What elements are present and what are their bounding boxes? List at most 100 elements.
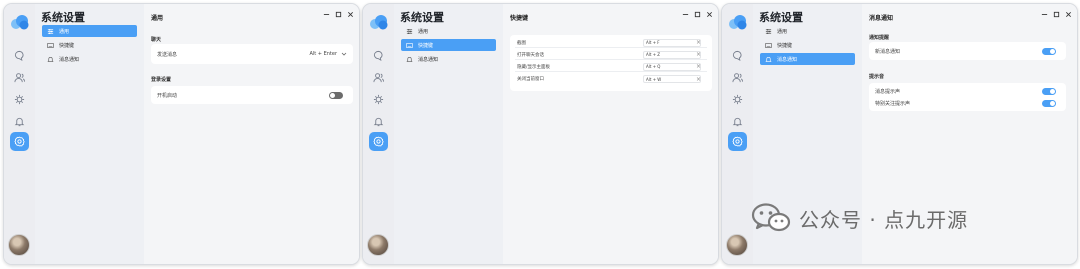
clear-icon[interactable]: × (696, 51, 701, 58)
shortcut-row: 截图 Alt + F × (515, 38, 707, 48)
watermark-text: 公众号 · 点九开源 (799, 207, 969, 232)
maximize-icon[interactable] (1052, 10, 1061, 19)
section-title: 通知提醒 (869, 35, 890, 41)
icon-rail (4, 4, 35, 264)
section-title: 聊天 (151, 37, 162, 43)
shortcut-label: 关闭当前窗口 (517, 77, 544, 82)
nav-item-label: 快捷键 (59, 42, 75, 49)
keyboard-icon (406, 42, 413, 49)
nav-item-label: 通用 (777, 28, 788, 35)
close-icon[interactable] (705, 10, 714, 19)
shortcut-row: 隐藏/显示主面板 Alt + Q × (515, 62, 707, 72)
shortcut-key-field[interactable]: Alt + W (643, 75, 701, 83)
contacts-icon[interactable] (371, 70, 386, 85)
bell-icon[interactable] (12, 114, 27, 129)
nav-item-notifications[interactable]: 消息通知 (401, 53, 496, 65)
shortcut-row: 打开聊天会话 Alt + Z × (515, 50, 707, 60)
nav-item-notifications[interactable]: 消息通知 (42, 53, 137, 65)
nav-title: 系统设置 (41, 11, 85, 24)
plugin-icon[interactable] (12, 92, 27, 107)
nav-item-label: 快捷键 (418, 42, 434, 49)
sliders-icon (406, 28, 413, 35)
nav-item-notifications[interactable]: 消息通知 (760, 53, 855, 65)
message-sound-toggle[interactable] (1042, 87, 1056, 95)
nav-title: 系统设置 (400, 11, 444, 24)
bell-icon[interactable] (730, 114, 745, 129)
app-logo (370, 15, 388, 30)
nav-item-label: 消息通知 (777, 56, 798, 63)
contacts-icon[interactable] (730, 70, 745, 85)
icon-rail (363, 4, 394, 264)
setting-row: 特别关注提示声 (875, 97, 1060, 109)
nav-item-label: 通用 (418, 28, 429, 35)
new-message-toggle[interactable] (1042, 47, 1056, 55)
avatar[interactable] (726, 234, 748, 256)
watermark: 公众号 · 点九开源 (751, 202, 968, 234)
bell-icon (47, 56, 54, 63)
bell-icon (765, 56, 772, 63)
settings-icon[interactable] (369, 132, 388, 151)
setting-label: 特别关注提示声 (875, 100, 911, 107)
setting-row: 消息提示声 (875, 85, 1060, 97)
nav-item-label: 通用 (59, 28, 70, 35)
settings-icon[interactable] (728, 132, 747, 151)
nav-item-general[interactable]: 通用 (760, 25, 855, 37)
send-key-select[interactable]: Alt + Enter (309, 51, 337, 57)
settings-card: 开机启动 (151, 86, 353, 104)
settings-window-shortcuts: 系统设置 通用 快捷键 消息通知 快捷键 截图 Alt + F × 打开聊天会话 (362, 3, 719, 265)
clear-icon[interactable]: × (696, 76, 701, 83)
nav-item-shortcuts[interactable]: 快捷键 (42, 39, 137, 51)
chat-icon[interactable] (371, 48, 386, 63)
plugin-icon[interactable] (371, 92, 386, 107)
setting-row: 发送消息 Alt + Enter (157, 48, 347, 60)
shortcut-key-field[interactable]: Alt + F (643, 38, 701, 47)
shortcut-key-field[interactable]: Alt + Z (643, 50, 701, 59)
section-title: 登录设置 (151, 77, 172, 83)
sliders-icon (765, 28, 772, 35)
bell-icon (406, 56, 413, 63)
setting-label: 新消息通知 (875, 48, 901, 55)
maximize-icon[interactable] (693, 10, 702, 19)
app-logo (729, 15, 747, 30)
minimize-icon[interactable] (681, 10, 690, 19)
autostart-toggle[interactable] (329, 91, 343, 99)
special-sound-toggle[interactable] (1042, 99, 1056, 107)
shortcut-label: 截图 (517, 40, 526, 46)
clear-icon[interactable]: × (696, 63, 701, 70)
settings-card: 发送消息 Alt + Enter (151, 44, 353, 64)
setting-row: 开机启动 (157, 89, 347, 101)
settings-card: 新消息通知 (869, 42, 1066, 60)
close-icon[interactable] (346, 10, 355, 19)
keyboard-icon (765, 42, 772, 49)
clear-icon[interactable]: × (696, 39, 701, 46)
app-logo (11, 15, 29, 30)
shortcuts-card: 截图 Alt + F × 打开聊天会话 Alt + Z × 隐藏/显示主面板 A… (510, 35, 712, 91)
nav-item-general[interactable]: 通用 (401, 25, 496, 37)
chat-icon[interactable] (730, 48, 745, 63)
setting-label: 消息提示声 (875, 88, 901, 95)
setting-label: 开机启动 (157, 92, 178, 99)
avatar[interactable] (367, 234, 389, 256)
close-icon[interactable] (1064, 10, 1073, 19)
sliders-icon (47, 28, 54, 35)
nav-item-shortcuts[interactable]: 快捷键 (760, 39, 855, 51)
nav-item-general[interactable]: 通用 (42, 25, 137, 37)
settings-icon[interactable] (10, 132, 29, 151)
page-title: 通用 (151, 15, 164, 22)
avatar[interactable] (8, 234, 30, 256)
minimize-icon[interactable] (1040, 10, 1049, 19)
contacts-icon[interactable] (12, 70, 27, 85)
chevron-down-icon[interactable] (341, 51, 347, 57)
plugin-icon[interactable] (730, 92, 745, 107)
settings-nav: 系统设置 通用 快捷键 消息通知 (394, 4, 503, 264)
nav-item-label: 快捷键 (777, 42, 793, 49)
shortcut-key-field[interactable]: Alt + Q (643, 62, 701, 71)
settings-window-general: 系统设置 通用 快捷键 消息通知 通用 聊天 发送消息 Alt + Enter … (3, 3, 360, 265)
bell-icon[interactable] (371, 114, 386, 129)
icon-rail (722, 4, 753, 264)
nav-item-shortcuts[interactable]: 快捷键 (401, 39, 496, 51)
minimize-icon[interactable] (322, 10, 331, 19)
maximize-icon[interactable] (334, 10, 343, 19)
page-title: 快捷键 (510, 15, 529, 22)
chat-icon[interactable] (12, 48, 27, 63)
